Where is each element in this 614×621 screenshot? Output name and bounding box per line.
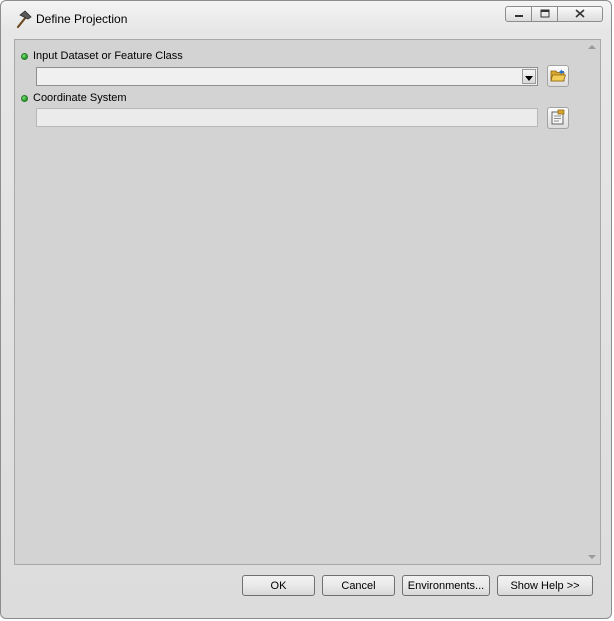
coordinate-system-label: Coordinate System [33,92,127,104]
ok-button[interactable]: OK [242,575,315,596]
close-button[interactable] [558,6,603,22]
open-folder-icon [550,68,567,85]
coordinate-system-properties-button[interactable] [547,107,569,129]
window-controls [505,6,603,22]
input-dataset-dropdown[interactable] [36,67,538,86]
scroll-down-icon[interactable] [588,555,596,559]
required-dot-icon [21,94,28,102]
window-title: Define Projection [36,12,128,26]
maximize-button[interactable] [532,6,558,22]
minimize-button[interactable] [505,6,532,22]
scroll-up-icon[interactable] [588,45,596,49]
close-icon [575,7,585,21]
dropdown-arrow-button[interactable] [522,69,536,84]
maximize-icon [540,7,550,21]
input-dataset-label-row: Input Dataset or Feature Class [21,50,183,62]
chevron-down-icon [525,70,533,84]
hammer-icon [13,9,33,29]
tool-dialog-window: Define Projection Input Dataset or Featu… [0,0,612,619]
coordinate-system-label-row: Coordinate System [21,92,127,104]
input-dataset-label: Input Dataset or Feature Class [33,50,183,62]
show-help-button[interactable]: Show Help >> [497,575,593,596]
required-dot-icon [21,52,28,60]
vertical-scrollbar[interactable] [584,40,600,564]
cancel-button[interactable]: Cancel [322,575,395,596]
properties-icon [550,109,566,128]
browse-dataset-button[interactable] [547,65,569,87]
coordinate-system-input[interactable] [36,108,538,127]
minimize-icon [514,7,524,21]
title-bar[interactable]: Define Projection [1,1,611,37]
environments-button[interactable]: Environments... [402,575,490,596]
